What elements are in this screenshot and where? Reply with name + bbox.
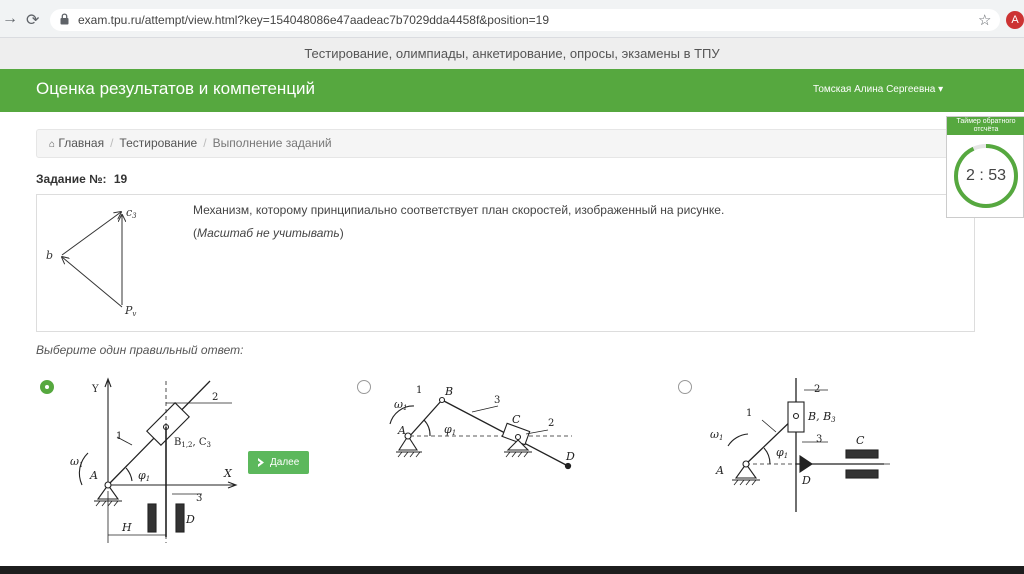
label-a: A (715, 464, 724, 477)
label-x: X (223, 467, 233, 480)
answer-radio-2[interactable] (357, 380, 371, 394)
breadcrumb-home[interactable]: Главная (58, 136, 104, 150)
question-text: Механизм, которому принципиально соответ… (193, 203, 725, 217)
label-1: 1 (416, 385, 422, 396)
label-omega: ω1 (70, 455, 83, 469)
label-3: 3 (494, 395, 500, 406)
mechanism-option-2: 1 B 3 C 2 A D ω1 φ1 (389, 385, 575, 470)
point-d (564, 462, 572, 470)
omega-arc (727, 433, 749, 447)
mechanism-option-3: 2 1 B, B3 3 C D A ω1 φ1 (710, 378, 890, 512)
label-c: C (856, 434, 865, 447)
label-1: 1 (746, 408, 752, 419)
label-d: D (185, 513, 195, 526)
user-menu[interactable]: Томская Алина Сергеевна ▾ (813, 84, 943, 95)
joint-b (792, 412, 800, 420)
label-c3: c3 (126, 206, 137, 220)
profile-avatar[interactable]: A (1006, 11, 1024, 29)
label-d: D (801, 474, 811, 487)
label-a: A (397, 424, 406, 437)
vector-pv-b (62, 257, 123, 308)
label-b: B (444, 385, 453, 398)
timer-title: Таймер обратного отсчёта (947, 117, 1024, 135)
angle-arc (423, 419, 431, 437)
task-number: 19 (113, 172, 128, 186)
answer-prompt: Выберите один правильный ответ: (36, 343, 244, 357)
countdown-timer: Таймер обратного отсчёта 2 : 53 (946, 116, 1024, 218)
breadcrumb: ⌂ Главная / Тестирование / Выполнение задани… (36, 129, 975, 158)
home-icon: ⌂ (49, 139, 56, 150)
label-h: H (121, 521, 132, 534)
velocity-plan-diagram: c3 b Pv (46, 206, 137, 318)
label-b: b (46, 249, 53, 262)
label-phi: φ1 (444, 423, 456, 437)
joint-a (104, 481, 112, 489)
label-pv: Pv (124, 304, 136, 318)
label-phi: φ1 (138, 469, 150, 483)
angle-arc (125, 467, 133, 482)
label-2: 2 (548, 418, 554, 429)
guide-block-left (147, 503, 157, 533)
breadcrumb-current: Выполнение заданий (212, 136, 332, 150)
answer-radio-3[interactable] (678, 380, 692, 394)
breadcrumb-separator: / (110, 136, 114, 150)
guide-block-right (175, 503, 185, 533)
angle-arc (763, 447, 771, 465)
question-note: (Масштаб не учитывать) (193, 226, 344, 240)
label-c: C (512, 413, 521, 426)
label-2: 2 (212, 392, 218, 403)
task-box: c3 b Pv Механизм, которому принципиально… (36, 194, 975, 332)
next-label: Далее (270, 457, 300, 468)
label-omega: ω1 (394, 398, 407, 412)
joint-a (742, 460, 750, 468)
url-text: exam.tpu.ru/attempt/view.html?key=154048… (78, 13, 550, 27)
breadcrumb-testing[interactable]: Тестирование (119, 136, 197, 150)
label-b-b3: B, B3 (807, 410, 836, 424)
guide-block-top (845, 449, 879, 459)
joint-b (438, 396, 446, 404)
label-2: 2 (814, 384, 820, 395)
task-title: Задание №: 19 (36, 172, 127, 186)
label-3: 3 (816, 434, 822, 445)
lock-icon (60, 13, 69, 25)
label-a: A (89, 469, 98, 482)
label-y: Y (91, 384, 99, 395)
browser-toolbar: → ⟳ exam.tpu.ru/attempt/view.html?key=15… (0, 0, 1024, 38)
timer-value: 2 : 53 (965, 167, 1007, 184)
label-b12-c3: B1,2, C3 (174, 437, 211, 449)
task-label: Задание №: (36, 172, 107, 186)
label-d: D (565, 450, 575, 463)
back-arrow-icon[interactable]: → (2, 10, 18, 28)
vector-b-c3 (61, 212, 121, 256)
site-navbar: Оценка результатов и компетенций Томская… (0, 69, 1024, 112)
label-omega: ω1 (710, 428, 723, 442)
label-phi: φ1 (776, 446, 788, 460)
chevron-right-icon (258, 458, 264, 467)
breadcrumb-separator: / (203, 136, 207, 150)
site-tagline: Тестирование, олимпиады, анкетирование, … (0, 38, 1024, 69)
answer-radio-1[interactable] (40, 380, 54, 394)
next-button[interactable]: Далее (248, 451, 309, 474)
omega-arc (78, 452, 89, 486)
guide-block-bottom (845, 469, 879, 479)
site-brand[interactable]: Оценка результатов и компетенций (36, 79, 315, 99)
mechanism-option-1: Y X 2 1 3 A D H ω1 φ1 B1,2, C3 (70, 377, 238, 543)
bookmark-star-icon[interactable]: ☆ (978, 11, 991, 29)
address-bar[interactable]: exam.tpu.ru/attempt/view.html?key=154048… (50, 9, 1000, 31)
os-taskbar (0, 566, 1024, 574)
label-1: 1 (116, 431, 122, 442)
joint-c (514, 433, 522, 441)
reload-icon[interactable]: ⟳ (26, 10, 39, 30)
label-3: 3 (196, 493, 202, 504)
